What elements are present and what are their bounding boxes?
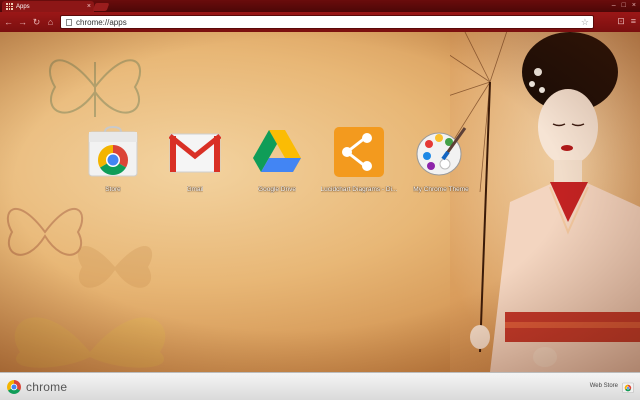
- bottom-bar: chrome Web Store: [0, 372, 640, 400]
- back-icon[interactable]: ←: [3, 17, 14, 28]
- page-icon: [66, 18, 72, 26]
- app-tile-lucidchart[interactable]: Lucidchart Diagrams - Di...: [318, 126, 400, 193]
- bookmark-star-icon[interactable]: ☆: [581, 17, 589, 28]
- maximize-icon[interactable]: □: [622, 1, 626, 10]
- url-text[interactable]: chrome://apps: [76, 18, 581, 27]
- extension-icon[interactable]: ⊡: [617, 16, 625, 27]
- forward-icon[interactable]: →: [17, 17, 28, 28]
- apps-grid-icon: [6, 3, 13, 10]
- home-icon[interactable]: ⌂: [45, 17, 56, 28]
- tab-title: Apps: [16, 3, 30, 10]
- app-label: Google Drive: [258, 186, 296, 193]
- close-tab-icon[interactable]: ×: [87, 3, 91, 10]
- reload-icon[interactable]: ↻: [31, 17, 42, 28]
- web-store-icon[interactable]: [622, 381, 634, 393]
- app-label: Lucidchart Diagrams - Di...: [320, 186, 398, 193]
- apps-page: Store Gmail Google Drive Lucidchart Diag…: [0, 32, 640, 372]
- app-tile-store[interactable]: Store: [72, 126, 154, 193]
- chrome-wordmark: chrome: [26, 379, 68, 394]
- app-tile-gmail[interactable]: Gmail: [154, 126, 236, 193]
- app-label: Store: [105, 186, 121, 193]
- lucidchart-icon[interactable]: [333, 126, 385, 178]
- app-label: Gmail: [186, 186, 204, 193]
- new-tab-button[interactable]: [92, 3, 110, 11]
- address-bar[interactable]: chrome://apps ☆: [60, 15, 594, 29]
- vignette: [0, 32, 640, 372]
- tab-apps[interactable]: Apps ×: [2, 1, 94, 12]
- palette-icon[interactable]: [415, 126, 467, 178]
- toolbar-actions: ⊡ ≡: [617, 16, 636, 27]
- window-controls: – □ ×: [612, 1, 636, 10]
- chrome-web-store-icon[interactable]: [87, 126, 139, 178]
- gmail-icon[interactable]: [169, 126, 221, 178]
- web-store-link[interactable]: Web Store: [590, 383, 618, 389]
- close-window-icon[interactable]: ×: [632, 1, 636, 10]
- minimize-icon[interactable]: –: [612, 1, 616, 10]
- app-grid: Store Gmail Google Drive Lucidchart Diag…: [72, 126, 482, 193]
- toolbar: ← → ↻ ⌂ chrome://apps ☆ ⊡ ≡: [0, 12, 640, 32]
- app-tile-google-drive[interactable]: Google Drive: [236, 126, 318, 193]
- google-drive-icon[interactable]: [251, 126, 303, 178]
- app-tile-my-chrome-theme[interactable]: My Chrome Theme: [400, 126, 482, 193]
- tab-strip: Apps × – □ ×: [0, 0, 640, 12]
- app-label: My Chrome Theme: [413, 186, 469, 193]
- menu-icon[interactable]: ≡: [631, 16, 636, 27]
- chrome-logo-icon: [7, 379, 21, 394]
